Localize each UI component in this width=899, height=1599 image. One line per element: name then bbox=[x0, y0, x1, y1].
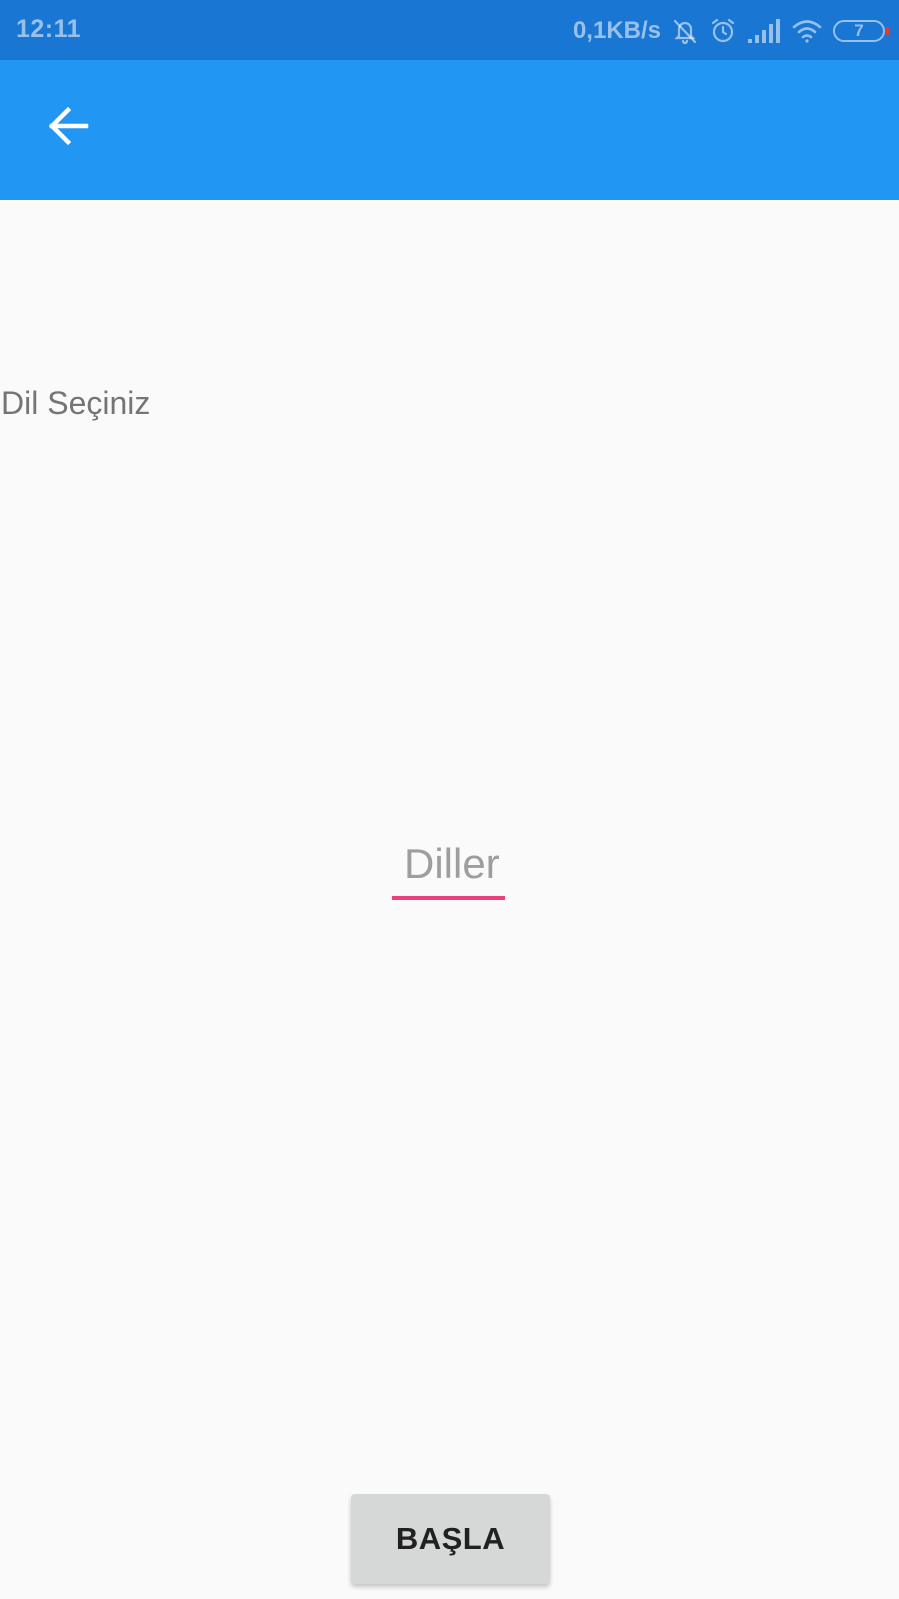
dropdown-underline bbox=[392, 896, 505, 900]
start-button[interactable]: BAŞLA bbox=[351, 1494, 550, 1584]
select-language-label: Dil Seçiniz bbox=[1, 385, 151, 421]
alarm-icon bbox=[709, 17, 737, 45]
dropdown-hint: Diller bbox=[404, 840, 500, 887]
back-button[interactable] bbox=[28, 88, 108, 168]
bell-off-icon bbox=[671, 17, 699, 45]
battery-icon: 7 bbox=[833, 20, 889, 42]
arrow-left-icon bbox=[46, 104, 90, 153]
language-dropdown[interactable]: Diller bbox=[392, 835, 506, 903]
battery-nub bbox=[886, 27, 889, 35]
status-icons: 0,1KB/s 7 bbox=[572, 14, 889, 48]
status-time: 12:11 bbox=[16, 15, 82, 43]
wifi-icon bbox=[791, 18, 823, 44]
status-bar: 12:11 0,1KB/s 7 bbox=[0, 0, 899, 60]
battery-level: 7 bbox=[854, 21, 864, 40]
network-speed: 0,1KB/s bbox=[572, 17, 661, 44]
signal-icon bbox=[747, 18, 781, 44]
app-bar bbox=[0, 60, 899, 200]
